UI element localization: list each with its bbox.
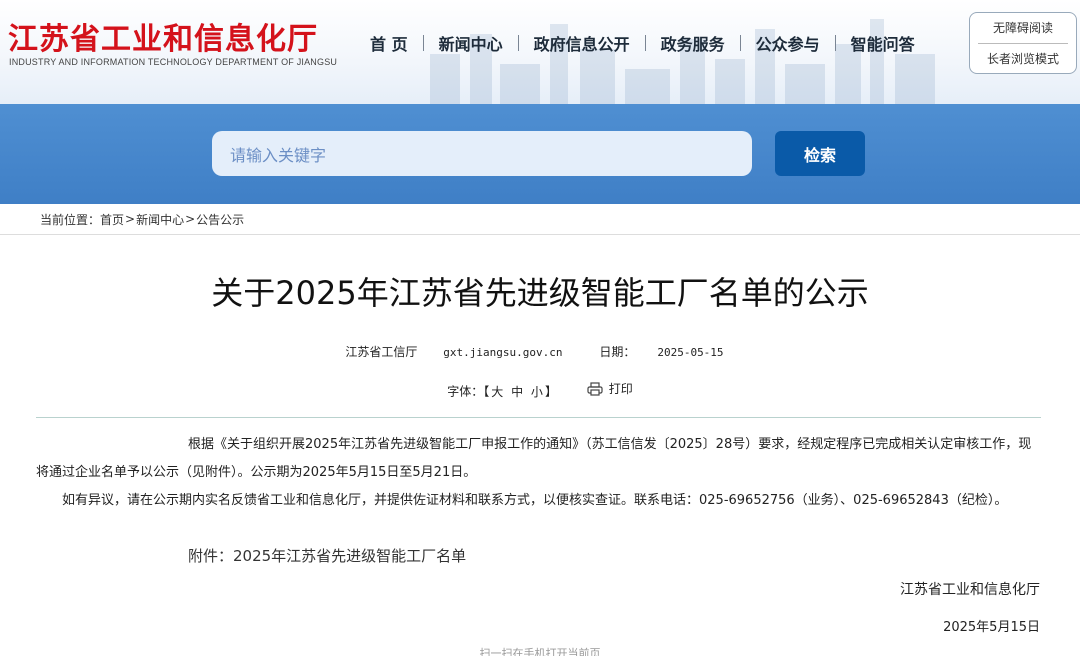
barrier-free-reading-button[interactable]: 无障碍阅读 <box>970 13 1076 43</box>
nav-divider <box>834 35 836 51</box>
breadcrumb-prefix: 当前位置： <box>40 212 101 227</box>
printer-icon <box>587 381 603 396</box>
accessibility-panel: 无障碍阅读 长者浏览模式 <box>969 12 1077 74</box>
nav-divider <box>422 35 424 51</box>
signature-organization: 江苏省工业和信息化厅 <box>900 582 1040 598</box>
main-nav: 首 页 新闻中心 政府信息公开 政务服务 公众参与 智能问答 <box>370 31 915 55</box>
date-label: 日期： <box>599 345 636 359</box>
signature-date: 2025年5月15日 <box>943 620 1040 635</box>
breadcrumb-announcements[interactable]: 公告公示 <box>196 211 244 228</box>
site-header: 江苏省工业和信息化厅 INDUSTRY AND INFORMATION TECH… <box>0 0 1080 104</box>
nav-divider <box>517 35 519 51</box>
font-size-large[interactable]: 大 <box>491 385 503 399</box>
breadcrumb: 当前位置： 首页 > 新闻中心 > 公告公示 <box>0 204 1080 235</box>
breadcrumb-separator: > <box>185 212 196 226</box>
nav-gov-services[interactable]: 政务服务 <box>661 31 725 55</box>
site-logo-title[interactable]: 江苏省工业和信息化厅 <box>8 14 318 58</box>
attachment-link[interactable]: 附件：2025年江苏省先进级智能工厂名单 <box>188 545 466 566</box>
breadcrumb-separator: > <box>125 212 136 226</box>
city-skyline-decoration <box>430 19 935 104</box>
breadcrumb-home[interactable]: 首页 <box>100 211 124 228</box>
search-input[interactable]: 请输入关键字 <box>212 131 752 176</box>
nav-gov-info-disclosure[interactable]: 政府信息公开 <box>534 31 630 55</box>
font-size-small[interactable]: 小 <box>531 385 543 399</box>
nav-smart-qa[interactable]: 智能问答 <box>851 31 915 55</box>
font-size-label: 字体： <box>447 384 484 399</box>
nav-home[interactable]: 首 页 <box>370 31 408 55</box>
font-bracket-close: 】 <box>544 384 557 399</box>
font-size-medium[interactable]: 中 <box>511 385 523 399</box>
print-label: 打印 <box>608 382 633 396</box>
article-date: 2025-05-15 <box>657 346 724 359</box>
article-paragraph-1: 根据《关于组织开展2025年江苏省先进级智能工厂申报工作的通知》（苏工信信发〔2… <box>36 437 1032 480</box>
print-button[interactable]: 打印 <box>587 380 633 397</box>
font-bracket-open: 【 <box>483 384 490 399</box>
article-meta: 江苏省工信厅 gxt.jiangsu.gov.cn 日期： 2025-05-15 <box>0 343 1080 360</box>
qr-code-hint: 扫一扫在手机打开当前页 <box>479 647 601 656</box>
article-site: gxt.jiangsu.gov.cn <box>443 346 563 359</box>
article-tools: 字体：【大 中 小】 打印 <box>0 380 1080 400</box>
article-paragraph-2: 如有异议，请在公示期内实名反馈省工业和信息化厅，并提供佐证材料和联系方式，以便核… <box>62 493 1008 508</box>
search-banner: 请输入关键字 检索 <box>0 104 1080 204</box>
search-button[interactable]: 检索 <box>775 131 865 176</box>
elder-mode-button[interactable]: 长者浏览模式 <box>970 44 1076 74</box>
breadcrumb-news-center[interactable]: 新闻中心 <box>136 211 184 228</box>
article-date-group: 日期： 2025-05-15 <box>588 345 734 359</box>
site-logo-subtitle: INDUSTRY AND INFORMATION TECHNOLOGY DEPA… <box>9 57 338 67</box>
content-divider <box>36 417 1041 418</box>
article-title: 关于2025年江苏省先进级智能工厂名单的公示 <box>211 274 869 312</box>
nav-public-participation[interactable]: 公众参与 <box>756 31 820 55</box>
nav-divider <box>739 35 741 51</box>
nav-divider <box>644 35 646 51</box>
nav-news-center[interactable]: 新闻中心 <box>439 31 503 55</box>
article-source: 江苏省工信厅 <box>345 345 418 359</box>
